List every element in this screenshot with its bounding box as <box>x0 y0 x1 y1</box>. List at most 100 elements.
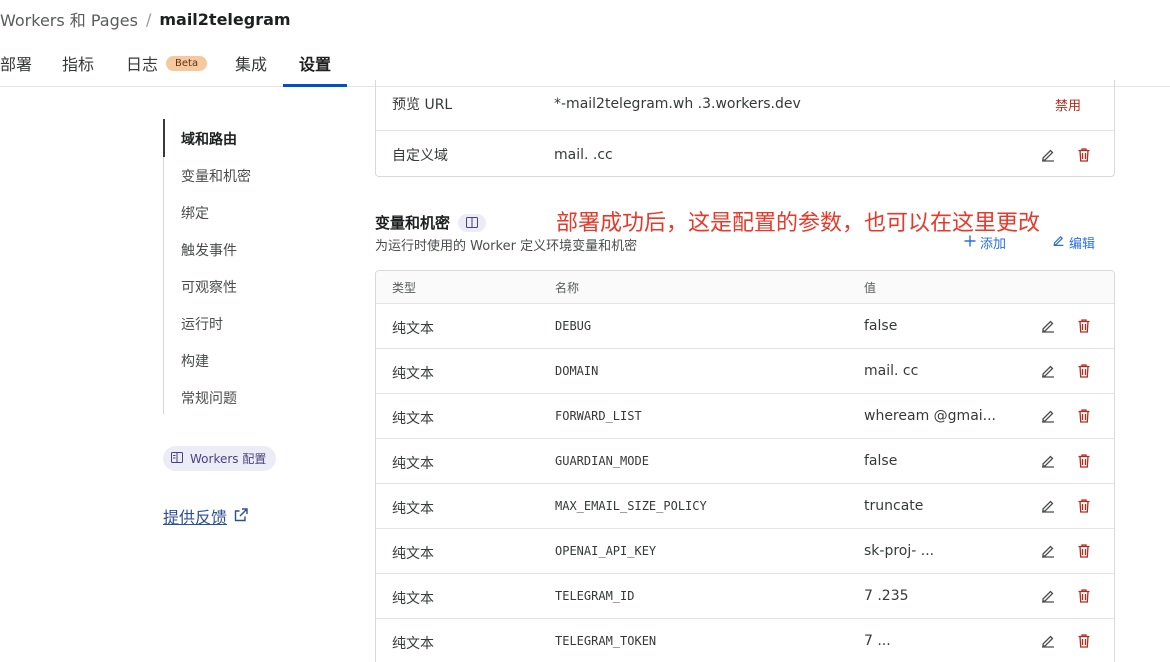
column-header-type: 类型 <box>392 281 417 295</box>
variable-value: false <box>864 453 898 469</box>
table-row: 纯文本 DOMAIN mail. cc <box>376 349 1114 394</box>
breadcrumb-parent[interactable]: Workers 和 Pages <box>0 7 138 31</box>
sidebar-item-general[interactable]: 常规问题 <box>181 388 237 408</box>
trash-icon[interactable] <box>1074 496 1094 516</box>
plus-icon <box>964 235 976 251</box>
sidebar-item-runtime[interactable]: 运行时 <box>181 314 223 334</box>
variable-name: FORWARD_LIST <box>555 409 642 423</box>
table-row: 纯文本 TELEGRAM_TOKEN 7 ... <box>376 619 1114 662</box>
sidebar-item-bindings[interactable]: 绑定 <box>181 203 209 223</box>
trash-icon[interactable] <box>1074 145 1094 165</box>
variable-name: DOMAIN <box>555 364 599 378</box>
tab-logs[interactable]: 日志 Beta <box>126 40 208 86</box>
book-icon[interactable] <box>458 213 487 232</box>
variable-type: 纯文本 <box>392 636 434 652</box>
pencil-icon[interactable] <box>1038 361 1058 381</box>
variable-type: 纯文本 <box>392 321 434 337</box>
pencil-icon[interactable] <box>1038 496 1058 516</box>
table-row: 纯文本 MAX_EMAIL_SIZE_POLICY truncate <box>376 484 1114 529</box>
trash-icon[interactable] <box>1074 586 1094 606</box>
tab-deployments[interactable]: 部署 <box>0 40 32 86</box>
table-row: 纯文本 GUARDIAN_MODE false <box>376 439 1114 484</box>
pencil-icon[interactable] <box>1038 631 1058 651</box>
variable-name: TELEGRAM_TOKEN <box>555 634 657 648</box>
variable-value: 7 ... <box>864 633 891 649</box>
pencil-icon[interactable] <box>1038 145 1058 165</box>
variable-value: mail. cc <box>864 363 919 379</box>
book-icon <box>171 451 183 466</box>
feedback-label: 提供反馈 <box>163 508 228 527</box>
sidebar-item-triggers[interactable]: 触发事件 <box>181 240 237 260</box>
variable-value: 7 .235 <box>864 588 909 604</box>
trash-icon[interactable] <box>1074 406 1094 426</box>
column-header-value: 值 <box>864 281 877 295</box>
table-row: 纯文本 FORWARD_LIST wheream @gmai... <box>376 394 1114 439</box>
variables-title-text: 变量和机密 <box>375 214 451 232</box>
tab-label: 设置 <box>299 55 332 74</box>
variable-value: sk-proj- ... <box>864 543 935 559</box>
tab-label: 日志 <box>126 55 159 74</box>
tab-label: 集成 <box>235 55 268 74</box>
breadcrumb-current: mail2telegram <box>159 9 291 29</box>
trash-icon[interactable] <box>1074 541 1094 561</box>
pencil-icon <box>1052 234 1065 251</box>
variables-section-title: 变量和机密 <box>375 212 487 233</box>
variable-type: 纯文本 <box>392 411 434 427</box>
variable-name: DEBUG <box>555 319 592 333</box>
trash-icon[interactable] <box>1074 361 1094 381</box>
settings-side-nav: 域和路由 变量和机密 绑定 触发事件 可观察性 运行时 构建 常规问题 <box>163 119 343 414</box>
trash-icon[interactable] <box>1074 451 1094 471</box>
workers-config-link[interactable]: Workers 配置 <box>163 446 277 471</box>
domains-card: 预览 URL *-mail2telegram.wh .3.workers.dev… <box>375 80 1115 177</box>
pencil-icon[interactable] <box>1038 451 1058 471</box>
sidebar-item-variables-secrets[interactable]: 变量和机密 <box>181 166 251 186</box>
variable-name: OPENAI_API_KEY <box>555 544 657 558</box>
column-header-name: 名称 <box>555 281 580 295</box>
sidebar-item-observability[interactable]: 可观察性 <box>181 277 237 297</box>
variable-type: 纯文本 <box>392 501 434 517</box>
edit-label: 编辑 <box>1069 237 1096 252</box>
disable-preview-url-button[interactable]: 禁用 <box>1055 95 1081 114</box>
feedback-link[interactable]: 提供反馈 <box>163 504 248 528</box>
table-row: 纯文本 OPENAI_API_KEY sk-proj- ... <box>376 529 1114 574</box>
tab-integrations[interactable]: 集成 <box>235 40 267 86</box>
pencil-icon[interactable] <box>1038 316 1058 336</box>
variable-name: TELEGRAM_ID <box>555 589 635 603</box>
beta-badge: Beta <box>166 55 208 71</box>
sidebar-item-build[interactable]: 构建 <box>181 351 209 371</box>
variable-value: wheream @gmai... <box>864 408 997 424</box>
table-row: 纯文本 DEBUG false <box>376 304 1114 349</box>
tab-label: 指标 <box>62 55 95 74</box>
variables-section-description: 为运行时使用的 Worker 定义环境变量和机密 <box>375 239 638 254</box>
edit-variables-button[interactable]: 编辑 <box>1052 233 1095 252</box>
pencil-icon[interactable] <box>1038 406 1058 426</box>
variable-value: truncate <box>864 498 924 514</box>
variable-value: false <box>864 318 898 334</box>
sidebar-item-domains-routes[interactable]: 域和路由 <box>181 129 237 149</box>
variable-name: GUARDIAN_MODE <box>555 454 649 468</box>
custom-domain-row: 自定义域 mail. .cc <box>376 130 1114 178</box>
trash-icon[interactable] <box>1074 316 1094 336</box>
variable-type: 纯文本 <box>392 456 434 472</box>
tab-label: 部署 <box>0 55 33 74</box>
trash-icon[interactable] <box>1074 631 1094 651</box>
variable-type: 纯文本 <box>392 546 434 562</box>
tab-settings[interactable]: 设置 <box>299 40 331 86</box>
pencil-icon[interactable] <box>1038 541 1058 561</box>
preview-url-value: *-mail2telegram.wh .3.workers.dev <box>554 96 801 112</box>
preview-url-row: 预览 URL *-mail2telegram.wh .3.workers.dev… <box>376 80 1114 128</box>
custom-domain-value: mail. .cc <box>554 146 613 163</box>
table-header: 类型 名称 值 <box>376 271 1114 304</box>
external-link-icon <box>234 507 248 526</box>
breadcrumb-separator: / <box>145 9 152 29</box>
table-row: 纯文本 TELEGRAM_ID 7 .235 <box>376 574 1114 619</box>
custom-domain-label: 自定义域 <box>392 147 448 164</box>
breadcrumb: Workers 和 Pages / mail2telegram <box>0 7 291 31</box>
variable-type: 纯文本 <box>392 591 434 607</box>
pencil-icon[interactable] <box>1038 586 1058 606</box>
variables-table: 类型 名称 值 纯文本 DEBUG false 纯文本 DOMAIN mail. cc 纯文… <box>375 270 1115 662</box>
active-tab-indicator <box>283 84 347 87</box>
add-label: 添加 <box>980 237 1007 252</box>
tab-metrics[interactable]: 指标 <box>62 40 94 86</box>
add-variable-button[interactable]: 添加 <box>964 233 1006 252</box>
